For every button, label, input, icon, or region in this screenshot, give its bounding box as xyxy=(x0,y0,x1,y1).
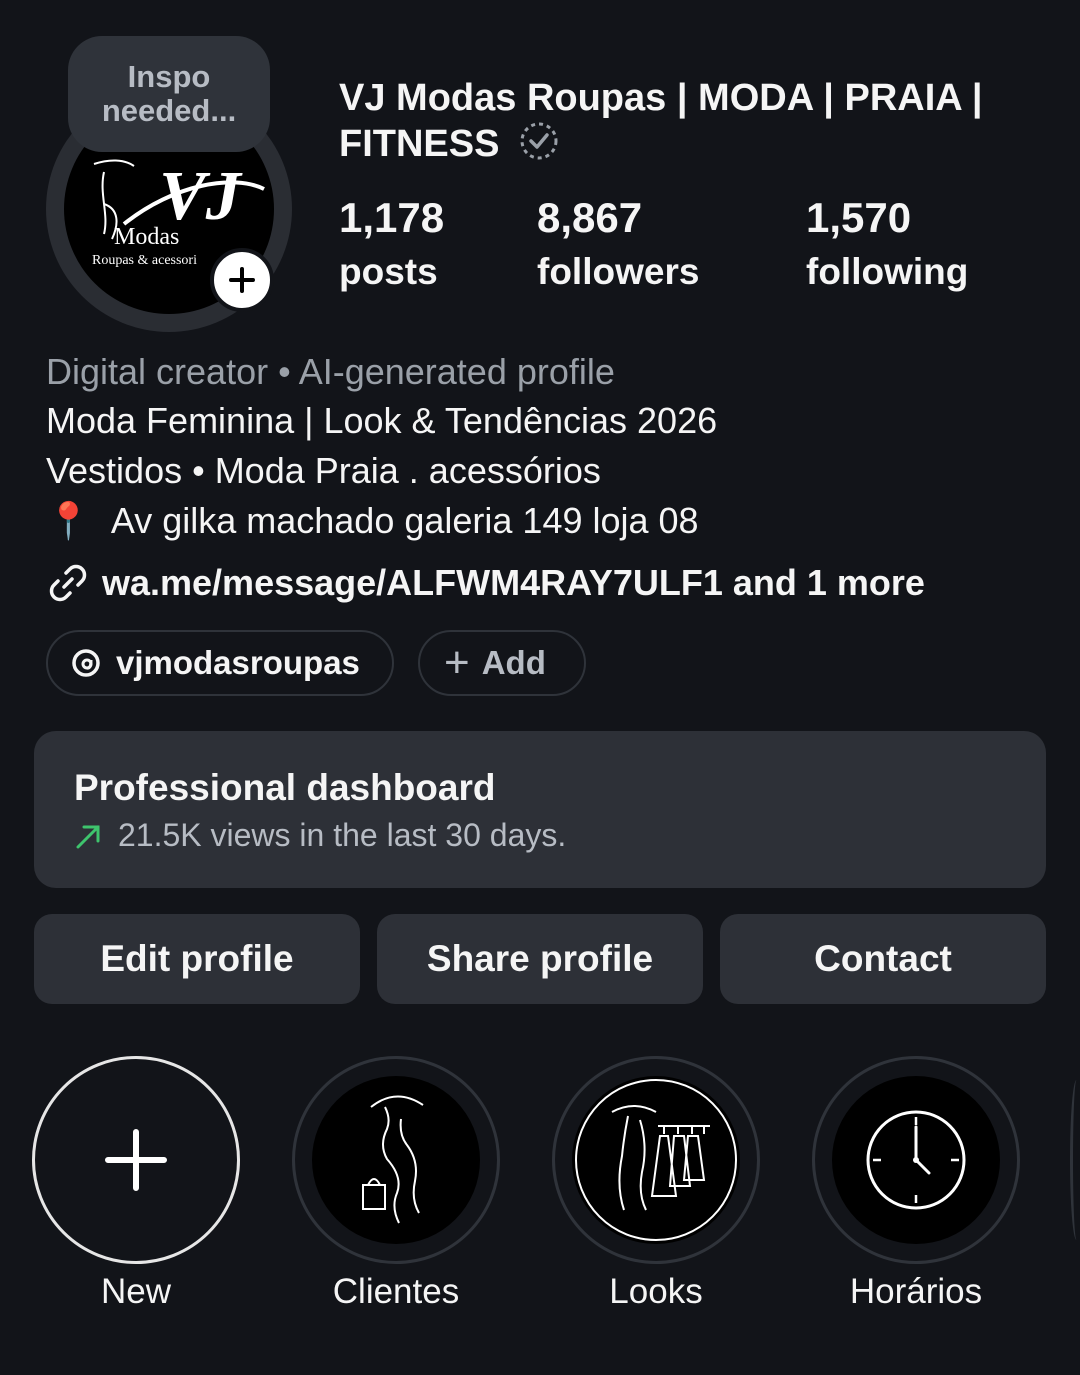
plus-icon xyxy=(105,1129,167,1191)
stat-followers-value: 8,867 xyxy=(537,194,643,241)
clock-icon xyxy=(866,1110,966,1210)
share-profile-label: Share profile xyxy=(426,938,654,979)
edit-profile-label: Edit profile xyxy=(100,938,294,979)
threads-icon xyxy=(72,649,100,677)
bio-location: 📍 Av gilka machado galeria 149 loja 08 xyxy=(46,496,1046,546)
stat-following-label: following xyxy=(806,251,969,292)
woman-shopping-icon xyxy=(362,1095,424,1224)
bio-link-text: wa.me/message/ALFWM4RAY7ULF1 and 1 more xyxy=(102,562,925,603)
bio-category: Digital creator • AI-generated profile xyxy=(46,351,615,392)
meta-verified-icon[interactable] xyxy=(518,120,560,172)
dashboard-subtitle: 21.5K views in the last 30 days. xyxy=(74,817,566,854)
bio-line1: Moda Feminina | Look & Tendências 2026 xyxy=(46,400,718,441)
highlight-horarios-cover xyxy=(832,1076,1000,1244)
highlight-clientes-label: Clientes xyxy=(332,1272,460,1311)
highlight-clientes[interactable] xyxy=(292,1056,500,1264)
contact-label: Contact xyxy=(814,938,952,979)
stat-following-value: 1,570 xyxy=(806,194,912,241)
share-profile-button[interactable]: Share profile xyxy=(377,914,703,1004)
threads-handle: vjmodasroupas xyxy=(116,644,360,681)
profile-name-line2: FITNESS xyxy=(339,123,500,166)
stat-followers-label: followers xyxy=(537,251,700,292)
highlight-new-label: New xyxy=(100,1272,172,1311)
highlight-next-partial[interactable] xyxy=(1070,1080,1080,1240)
inspo-note-bubble[interactable]: Inspo needed... xyxy=(68,36,270,152)
logo-line1: Modas xyxy=(114,224,179,250)
edit-profile-button[interactable]: Edit profile xyxy=(34,914,360,1004)
highlight-looks[interactable] xyxy=(552,1056,760,1264)
bio-link[interactable]: wa.me/message/ALFWM4RAY7ULF1 and 1 more xyxy=(46,558,1046,608)
stat-posts[interactable]: 1,178 posts xyxy=(339,193,444,297)
highlight-looks-cover xyxy=(572,1076,740,1244)
threads-chip[interactable]: vjmodasroupas xyxy=(46,630,394,696)
bio-line2: Vestidos • Moda Praia . acessórios xyxy=(46,450,601,491)
boutique-icon xyxy=(575,1079,737,1241)
trend-up-icon xyxy=(76,825,100,848)
add-plus-icon: + xyxy=(444,638,470,687)
inspo-note-line1: Inspo xyxy=(127,59,211,94)
pin-icon: 📍 xyxy=(46,500,91,541)
logo-line2: Roupas & acessori xyxy=(92,253,197,268)
stat-posts-value: 1,178 xyxy=(339,194,445,241)
highlight-looks-label: Looks xyxy=(609,1272,703,1311)
bio-location-text: Av gilka machado galeria 149 loja 08 xyxy=(110,500,699,541)
highlight-new[interactable] xyxy=(32,1056,240,1264)
highlight-horarios-label: Horários xyxy=(849,1272,983,1311)
inspo-note-line2: needed... xyxy=(101,93,237,128)
add-story-button[interactable] xyxy=(210,248,274,312)
dashboard-title: Professional dashboard xyxy=(74,767,496,808)
link-icon xyxy=(49,564,87,602)
profile-name: VJ Modas Roupas | MODA | PRAIA | FITNESS xyxy=(339,76,1039,172)
add-chip-label: Add xyxy=(481,644,546,681)
dashboard-subtitle-text: 21.5K views in the last 30 days. xyxy=(118,817,567,853)
add-link-chip[interactable]: + Add xyxy=(418,630,586,696)
stat-posts-label: posts xyxy=(339,251,438,292)
profile-name-line1: VJ Modas Roupas | MODA | PRAIA | xyxy=(339,77,983,119)
highlight-clientes-cover xyxy=(312,1076,480,1244)
plus-icon xyxy=(229,267,255,293)
professional-dashboard-card[interactable]: Professional dashboard 21.5K views in th… xyxy=(34,731,1046,888)
stat-following[interactable]: 1,570 following xyxy=(806,193,968,297)
contact-button[interactable]: Contact xyxy=(720,914,1046,1004)
stat-followers[interactable]: 8,867 followers xyxy=(537,193,699,297)
highlight-horarios[interactable] xyxy=(812,1056,1020,1264)
